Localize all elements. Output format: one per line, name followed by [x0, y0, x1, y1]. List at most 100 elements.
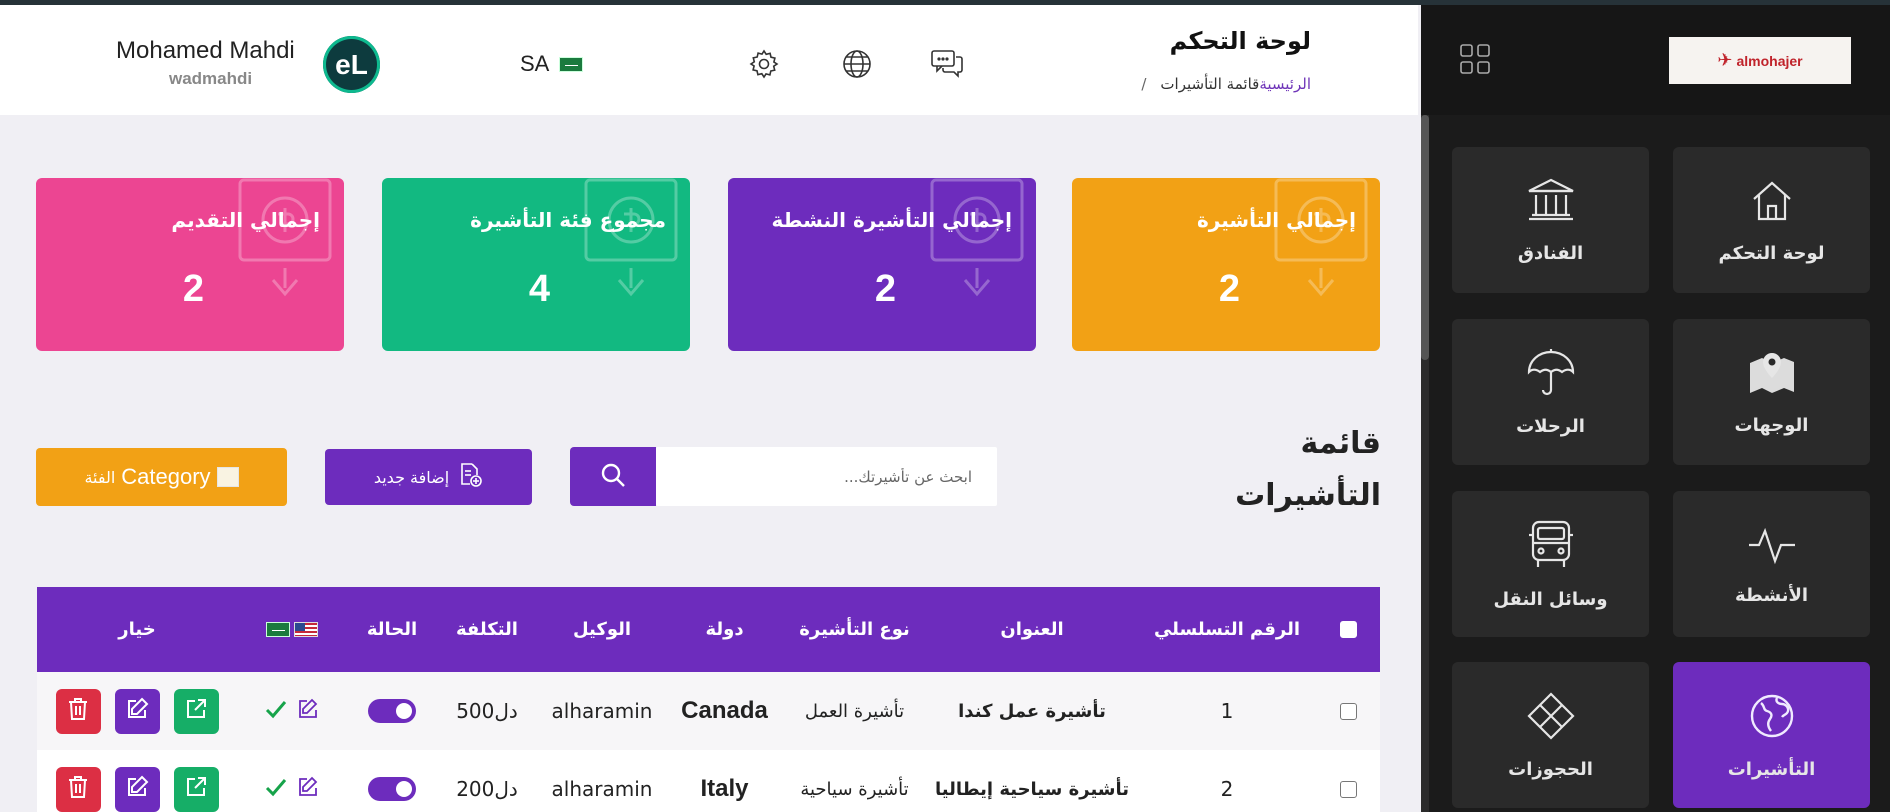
category-button[interactable]: الفئة Category [36, 448, 287, 506]
add-new-button[interactable]: إضافة جديد [325, 449, 532, 505]
edit-button[interactable] [114, 688, 160, 734]
saudi-flag-icon [559, 56, 584, 72]
money-icon [930, 178, 1024, 297]
col-cost[interactable]: التكلفة [437, 587, 537, 672]
sidebar-item-label: وسائل النقل [1493, 588, 1608, 610]
edit-icon [125, 697, 149, 725]
col-country[interactable]: دولة [667, 587, 782, 672]
col-title[interactable]: العنوان [927, 587, 1137, 672]
category-label: Category [121, 464, 211, 489]
sidebar-item-bookings[interactable]: الحجوزات [1452, 662, 1649, 808]
edit-translation-icon[interactable] [297, 698, 319, 724]
avatar[interactable]: eL [323, 36, 380, 93]
cell-serial: 2 [1220, 777, 1234, 801]
search-box [656, 447, 997, 506]
cell-translations [237, 750, 347, 812]
money-icon [1274, 178, 1368, 297]
delete-button[interactable] [55, 688, 101, 734]
search-icon [600, 462, 626, 492]
col-serial[interactable]: الرقم التسلسلي [1137, 587, 1317, 672]
status-toggle[interactable] [368, 777, 416, 801]
home-icon [1748, 177, 1796, 229]
cell-country: Canada [681, 697, 768, 724]
cell-cost: دل200 [456, 777, 518, 801]
apps-grid-icon[interactable] [1459, 43, 1491, 75]
col-type[interactable]: نوع التأشيرة [782, 587, 927, 672]
category-label-ar: الفئة [84, 467, 116, 487]
top-header: لوحة التحكم الرئيسيةقائمة التأشيرات/ SA … [0, 5, 1418, 115]
us-flag-icon [294, 622, 318, 637]
row-checkbox[interactable] [1340, 780, 1357, 798]
col-agent[interactable]: الوكيل [537, 587, 667, 672]
stat-title: إجمالي التأشيرة النشطة [771, 208, 1012, 232]
cell-type: تأشيرة سياحية [800, 778, 909, 800]
breadcrumb-home-link[interactable]: الرئيسية [1259, 75, 1311, 93]
cell-agent: alharamin [551, 699, 653, 723]
external-link-icon [184, 775, 208, 803]
stat-value: 4 [528, 268, 550, 310]
open-button[interactable] [173, 688, 219, 734]
sidebar-scrollbar[interactable] [1421, 115, 1429, 812]
activity-icon [1747, 523, 1797, 571]
table-header: الرقم التسلسلي العنوان نوع التأشيرة دولة… [37, 587, 1380, 672]
sidebar-item-activities[interactable]: الأنشطة [1673, 491, 1870, 637]
sidebar-item-trips[interactable]: الرحلات [1452, 319, 1649, 465]
broken-image-icon [216, 467, 239, 487]
sidebar-item-transport[interactable]: وسائل النقل [1452, 491, 1649, 637]
sidebar-item-label: الوجهات [1734, 414, 1809, 436]
add-new-label: إضافة جديد [373, 467, 450, 487]
stat-card-total-visas: إجمالي التأشيرة 2 [1072, 178, 1380, 351]
row-checkbox[interactable] [1340, 702, 1357, 720]
col-translations [237, 587, 347, 672]
breadcrumb-current: قائمة التأشيرات [1160, 75, 1260, 93]
brand-logo[interactable]: ✈ almohajer [1669, 37, 1851, 84]
scrollbar-thumb[interactable] [1421, 115, 1429, 360]
umbrella-icon [1526, 348, 1576, 402]
map-icon [1747, 349, 1797, 401]
logo-mark-icon: ✈ [1717, 50, 1733, 71]
sidebar-item-label: الأنشطة [1734, 584, 1809, 606]
stat-value: 2 [874, 268, 896, 310]
sidebar-item-hotels[interactable]: الفنادق [1452, 147, 1649, 293]
sidebar-item-label: الرحلات [1516, 415, 1585, 437]
cell-title: تأشيرة عمل كندا [958, 700, 1106, 722]
delete-button[interactable] [55, 766, 101, 812]
sidebar-item-destinations[interactable]: الوجهات [1673, 319, 1870, 465]
sidebar-top: ✈ almohajer [1421, 5, 1890, 115]
sidebar-item-visas[interactable]: التأشيرات [1673, 662, 1870, 808]
sidebar-item-label: لوحة التحكم [1718, 242, 1825, 264]
bank-icon [1526, 177, 1576, 229]
stat-card-total-applications: إجمالي التقديم 2 [36, 178, 344, 351]
edit-button[interactable] [114, 766, 160, 812]
select-all-checkbox-cell [1317, 587, 1380, 672]
table-row: 2 تأشيرة سياحية إيطاليا تأشيرة سياحية It… [37, 750, 1380, 812]
search-button[interactable] [570, 447, 656, 506]
cell-cost: دل500 [456, 699, 518, 723]
search-input[interactable] [656, 447, 997, 506]
globe-icon[interactable] [840, 47, 874, 81]
bus-icon [1528, 519, 1574, 575]
sidebar-item-label: التأشيرات [1727, 758, 1816, 780]
col-options: خيار [118, 619, 156, 640]
select-all-checkbox[interactable] [1340, 621, 1357, 638]
cell-translations [237, 672, 347, 750]
cell-serial: 1 [1220, 699, 1234, 723]
check-icon [265, 777, 287, 801]
sidebar-item-dashboard[interactable]: لوحة التحكم [1673, 147, 1870, 293]
row-checkbox-cell [1317, 750, 1380, 812]
stat-title: مجموع فئة التأشيرة [470, 208, 666, 232]
logo-text: almohajer [1736, 52, 1803, 69]
user-name: Mohamed Mahdi [116, 37, 295, 64]
language-switcher[interactable]: SA [520, 51, 584, 77]
chat-icon[interactable] [930, 47, 964, 81]
stat-card-visa-categories: مجموع فئة التأشيرة 4 [382, 178, 690, 351]
edit-translation-icon[interactable] [297, 776, 319, 802]
sidebar-item-label: الحجوزات [1508, 758, 1593, 780]
cell-status [347, 672, 437, 750]
col-status[interactable]: الحالة [347, 587, 437, 672]
trash-icon [67, 775, 89, 803]
open-button[interactable] [173, 766, 219, 812]
status-toggle[interactable] [368, 699, 416, 723]
cell-country: Italy [700, 775, 749, 802]
gear-icon[interactable] [747, 47, 781, 81]
